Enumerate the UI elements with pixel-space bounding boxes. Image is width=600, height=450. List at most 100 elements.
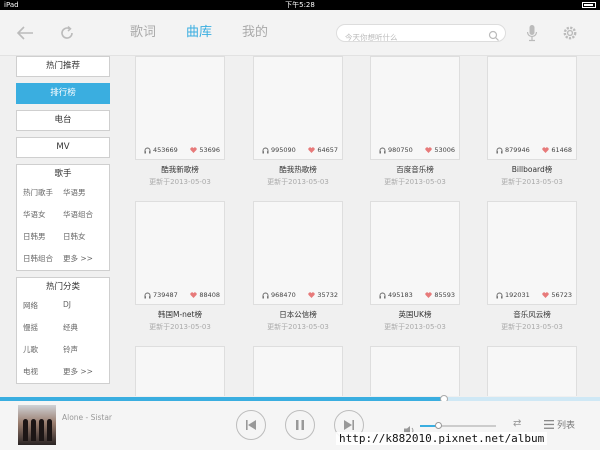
singer-link[interactable]: 日韩组合 <box>23 253 63 264</box>
search-icon[interactable] <box>488 27 500 41</box>
chart-card[interactable]: 495183 85593 英国UK榜更新于2013-05-03 <box>370 201 460 332</box>
chart-grid: 453669 53696 酷我新歌榜 更新于2013-05-03 995090 64657… <box>135 56 590 396</box>
play-count-value: 495183 <box>388 291 413 299</box>
like-count: 88408 <box>190 291 220 299</box>
play-count: 995090 <box>262 146 296 154</box>
microphone-icon[interactable] <box>521 22 543 44</box>
chart-cover[interactable]: 980750 53006 <box>370 56 460 160</box>
chart-name[interactable]: 酷我热歌榜 <box>253 164 343 175</box>
play-count-value: 739487 <box>153 291 178 299</box>
chart-card[interactable]: 739487 88408 韩国M-net榜 更新于2013-05-03 <box>135 201 225 332</box>
back-arrow-icon[interactable] <box>14 22 36 44</box>
category-link[interactable]: 儿歌 <box>23 344 63 355</box>
singer-link[interactable]: 日韩女 <box>63 231 103 242</box>
chart-name[interactable]: 酷我新歌榜 <box>135 164 225 175</box>
chart-cover[interactable]: 968470 35732 <box>253 201 343 305</box>
chart-updated: 更新于2013-05-03 <box>501 323 563 331</box>
chart-stats: 739487 88408 <box>136 291 226 301</box>
chart-card[interactable]: 980750 53006 百度音乐榜 更新于2013-05-03 <box>370 56 460 187</box>
heart-icon <box>190 292 197 298</box>
chart-updated: 更新于2013-05-03 <box>267 323 329 331</box>
status-time: 下午5:28 <box>285 1 315 9</box>
chart-stats: 453669 53696 <box>136 146 226 156</box>
singer-box-title: 歌手 <box>54 169 72 179</box>
sidebar-item-mv[interactable]: MV <box>16 137 110 158</box>
track-title: Alone - Sistar <box>62 413 113 422</box>
play-count: 980750 <box>379 146 413 154</box>
singer-link[interactable]: 热门歌手 <box>23 187 63 198</box>
chart-card[interactable]: 879946 61468 Billboard榜 更新于2013-05-03 <box>487 56 577 187</box>
chart-cover[interactable]: 739487 88408 <box>135 201 225 305</box>
search-input[interactable] <box>337 29 477 46</box>
chart-cover[interactable] <box>487 346 577 396</box>
refresh-icon[interactable] <box>56 22 78 44</box>
chart-card[interactable] <box>487 346 577 396</box>
chart-cover[interactable]: 879946 61468 <box>487 56 577 160</box>
chart-name[interactable]: 日本公信榜 <box>253 309 343 320</box>
album-cover[interactable] <box>18 405 56 445</box>
category-link[interactable]: 电视 <box>23 366 63 377</box>
playlist-button[interactable]: 列表 <box>544 418 575 431</box>
chart-name[interactable]: 百度音乐榜 <box>370 164 460 175</box>
chart-card[interactable] <box>135 346 225 396</box>
chart-cover[interactable]: 192031 56723 <box>487 201 577 305</box>
chart-updated: 更新于2013-05-03 <box>384 323 446 331</box>
chart-name[interactable]: 韩国M-net榜 <box>135 309 225 320</box>
category-link[interactable]: DJ <box>63 300 103 311</box>
play-count: 495183 <box>379 291 413 299</box>
volume-knob[interactable] <box>435 422 443 429</box>
chart-name[interactable]: 英国UK榜 <box>370 309 460 320</box>
like-count-value: 53696 <box>199 146 220 154</box>
pause-button[interactable] <box>285 410 315 440</box>
singer-link[interactable]: 华语男 <box>63 187 103 198</box>
play-count-value: 192031 <box>505 291 530 299</box>
chart-name[interactable]: 音乐风云榜 <box>487 309 577 320</box>
headphone-icon <box>144 147 151 153</box>
previous-button[interactable] <box>236 410 266 440</box>
chart-card[interactable] <box>370 346 460 396</box>
singer-link[interactable]: 华语女 <box>23 209 63 220</box>
chart-updated: 更新于2013-05-03 <box>501 178 563 186</box>
category-link[interactable]: 经典 <box>63 322 103 333</box>
chart-cover[interactable] <box>253 346 343 396</box>
category-link[interactable]: 铃声 <box>63 344 103 355</box>
chart-cover[interactable]: 453669 53696 <box>135 56 225 160</box>
chart-name[interactable]: Billboard榜 <box>487 164 577 175</box>
settings-gear-icon[interactable] <box>559 22 581 44</box>
sidebar-item-radio[interactable]: 电台 <box>16 110 110 131</box>
headphone-icon <box>262 292 269 298</box>
chart-cover[interactable]: 495183 85593 <box>370 201 460 305</box>
like-count-value: 61468 <box>551 146 572 154</box>
singer-more-link[interactable]: 更多 >> <box>63 253 103 264</box>
sidebar-item-hot-recommend[interactable]: 热门推荐 <box>16 56 110 77</box>
tab-mine[interactable]: 我的 <box>242 22 268 44</box>
chart-stats: 968470 35732 <box>254 291 344 301</box>
chart-card[interactable]: 995090 64657 酷我热歌榜更新于2013-05-03 <box>253 56 343 187</box>
chart-card[interactable]: 192031 56723 音乐风云榜更新于2013-05-03 <box>487 201 577 332</box>
repeat-mode-icon[interactable]: ⇄ <box>513 418 521 429</box>
headphone-icon <box>379 292 386 298</box>
tab-lyrics[interactable]: 歌词 <box>130 22 156 44</box>
like-count: 61468 <box>542 146 572 154</box>
category-link[interactable]: 慢摇 <box>23 322 63 333</box>
volume-slider[interactable] <box>420 422 496 429</box>
chart-stats: 995090 64657 <box>254 146 344 156</box>
chart-cover[interactable]: 995090 64657 <box>253 56 343 160</box>
chart-card[interactable]: 968470 35732 日本公信榜更新于2013-05-03 <box>253 201 343 332</box>
singer-link[interactable]: 华语组合 <box>63 209 103 220</box>
chart-card[interactable]: 453669 53696 酷我新歌榜 更新于2013-05-03 <box>135 56 225 187</box>
headphone-icon <box>144 292 151 298</box>
previous-icon <box>246 420 256 430</box>
singer-link[interactable]: 日韩男 <box>23 231 63 242</box>
tab-library[interactable]: 曲库 <box>186 22 212 44</box>
chart-cover[interactable] <box>370 346 460 396</box>
status-bar: iPad 下午5:28 <box>0 0 600 10</box>
chart-updated: 更新于2013-05-03 <box>267 178 329 186</box>
chart-cover[interactable] <box>135 346 225 396</box>
category-link[interactable]: 网络 <box>23 300 63 311</box>
like-count: 53006 <box>425 146 455 154</box>
play-count-value: 453669 <box>153 146 178 154</box>
chart-card[interactable] <box>253 346 343 396</box>
sidebar-item-charts[interactable]: 排行榜 <box>16 83 110 104</box>
category-more-link[interactable]: 更多 >> <box>63 366 103 377</box>
